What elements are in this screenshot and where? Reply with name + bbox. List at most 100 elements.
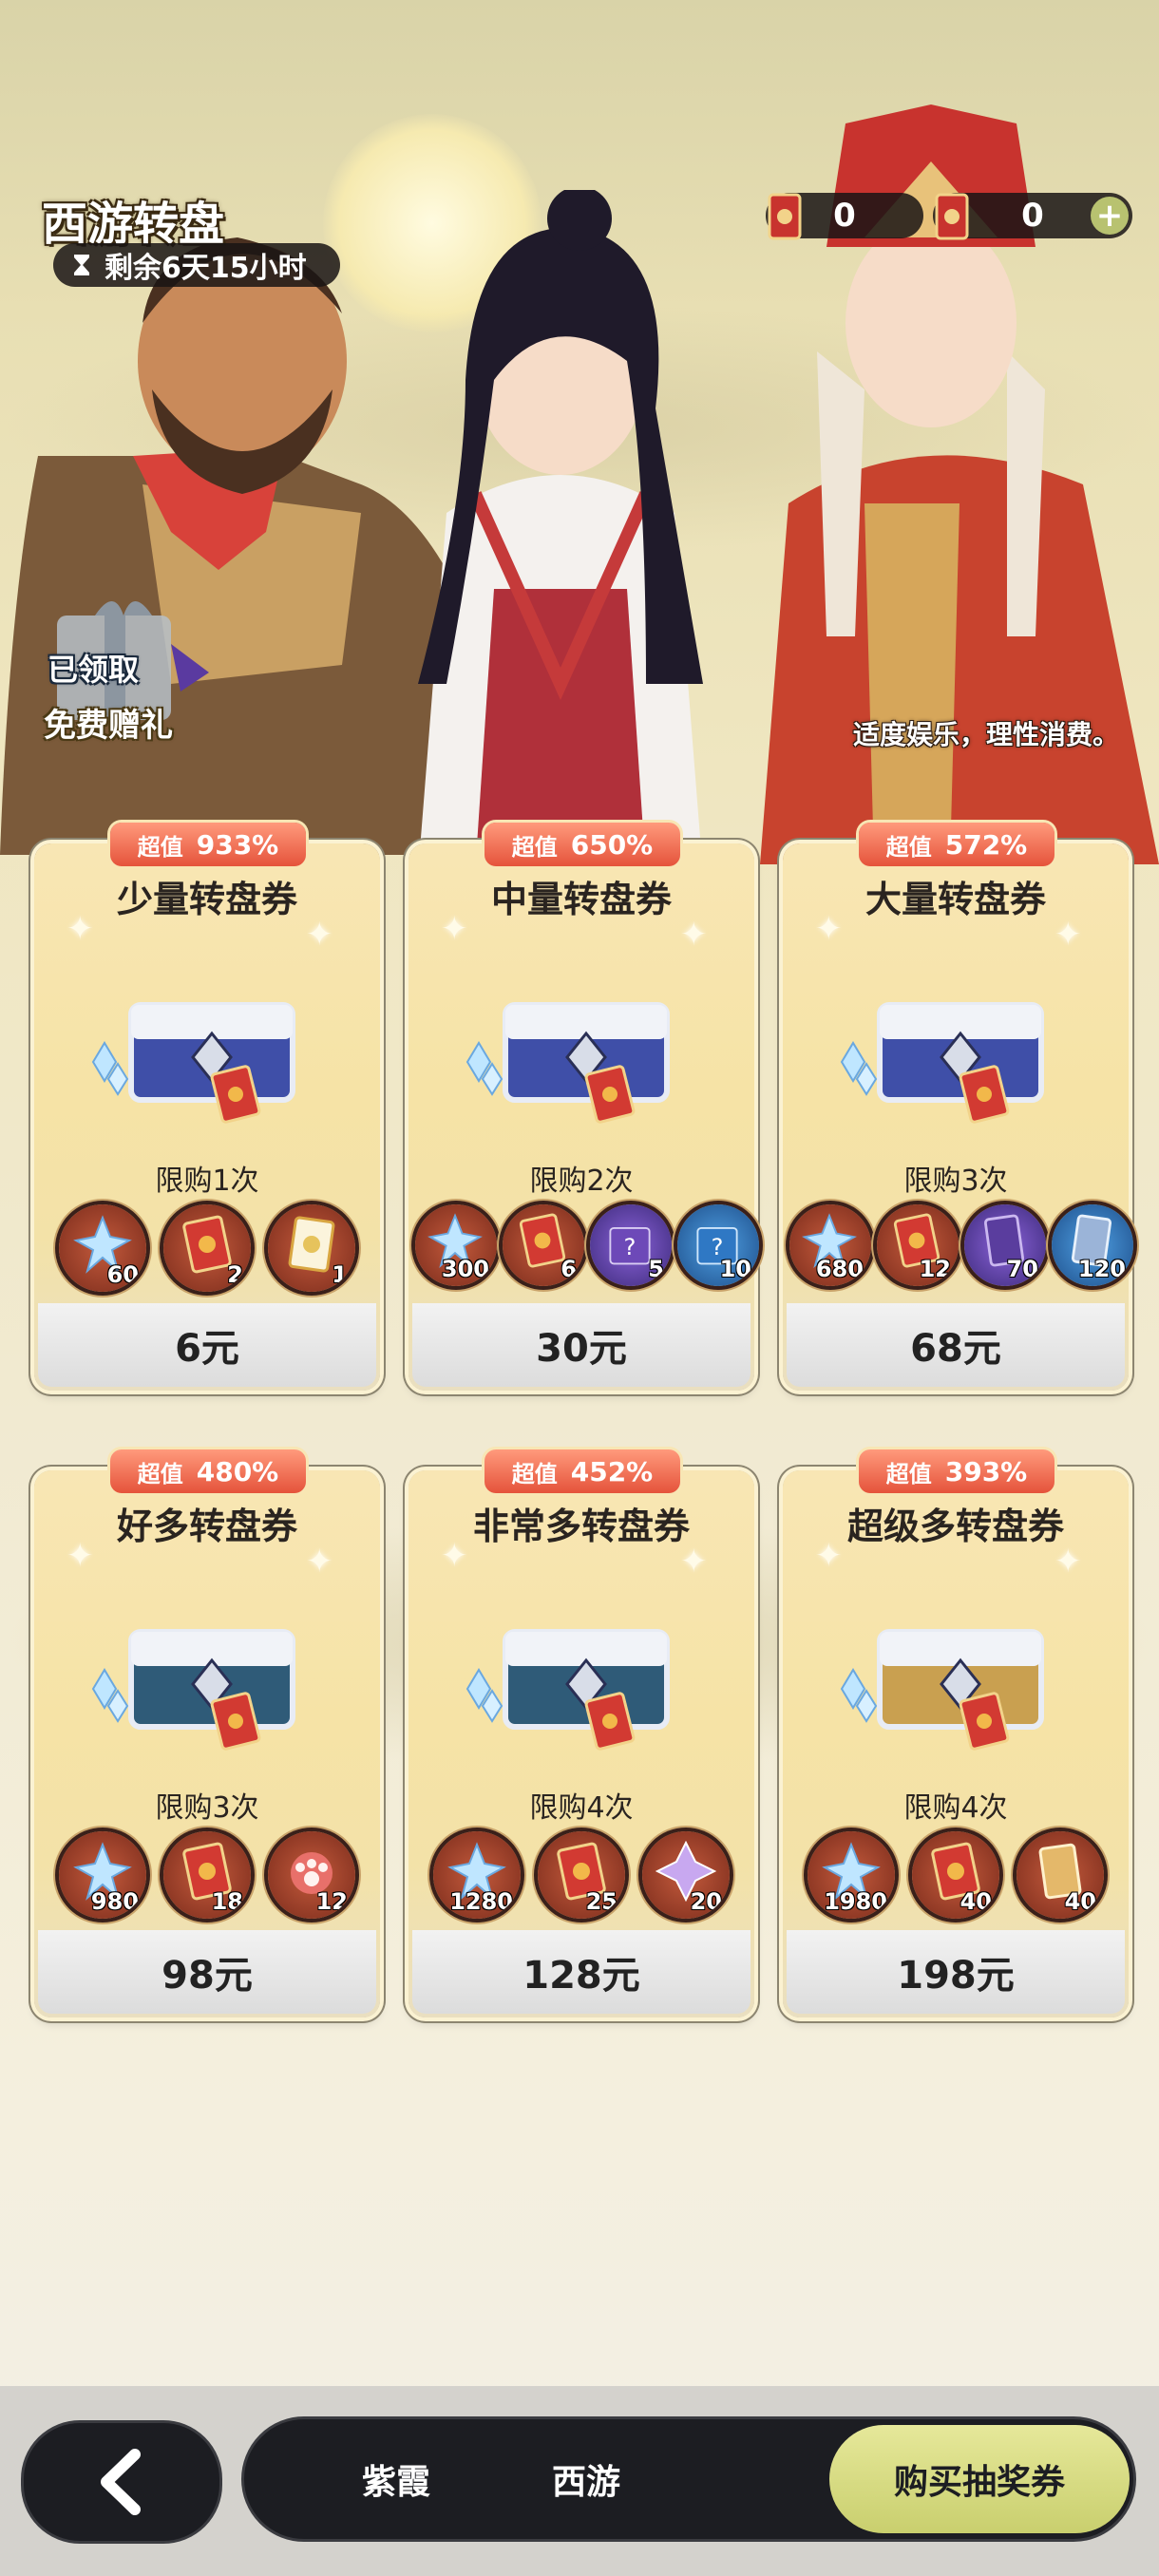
reward-count: 1280 [449,1888,513,1915]
reward-item[interactable]: 12 [877,1204,959,1286]
reward-count: 12 [315,1888,348,1915]
reward-count: 12 [919,1256,951,1282]
value-badge: 超值 452% [484,1449,680,1493]
sparkle-icon: ✦ [1054,916,1082,954]
reward-count: 300 [441,1256,489,1282]
reward-item[interactable]: 20 [642,1831,730,1919]
tab-xiyou[interactable]: 西游 [491,2419,681,2539]
value-badge: 超值 480% [110,1449,306,1493]
ticket-icon [768,193,802,240]
reward-item[interactable]: 1 [268,1204,355,1292]
reward-count: 20 [690,1888,722,1915]
reward-count: 60 [106,1261,139,1288]
reward-item[interactable]: 40 [1016,1831,1104,1919]
back-button[interactable] [21,2420,222,2544]
reward-item[interactable]: 2 [163,1204,251,1292]
event-timer: 剩余6天15小时 [53,243,340,287]
reward-count: 6 [560,1256,577,1282]
sparkle-icon: ✦ [66,910,94,948]
currency-ticket-counter[interactable]: 0 [766,193,923,240]
sparkle-icon: ✦ [66,1537,94,1575]
purchase-limit: 限购4次 [903,1791,1008,1825]
sparkle-icon: ✦ [1054,1543,1082,1581]
reward-count: 2 [227,1261,243,1288]
reward-count: 70 [1006,1256,1038,1282]
reward-count: 120 [1077,1256,1126,1282]
badge-label: 超值 [885,1460,932,1487]
reward-item[interactable]: 1280 [433,1831,521,1919]
reward-list: 60 2 1 [34,1204,380,1292]
sparkle-icon: ✦ [815,910,843,948]
price-button[interactable]: 6元 [38,1303,376,1387]
treasure-chest-icon [91,1629,295,1751]
reward-item[interactable]: ? 5 [590,1204,672,1286]
reward-count: 980 [90,1888,139,1915]
reward-count: 40 [1064,1888,1096,1915]
pack-card[interactable]: 超值 393% 超级多转盘券 ✦ ✦ 限购4次 1980 40 40 198元 [783,1449,1129,2017]
gift-label[interactable]: 免费赠礼 [44,699,173,746]
tab-buy-tickets[interactable]: 购买抽奖券 [829,2425,1130,2533]
value-badge: 超值 572% [859,823,1054,866]
price-button[interactable]: 68元 [787,1303,1125,1387]
reward-count: 1980 [824,1888,887,1915]
reward-item[interactable]: 300 [415,1204,497,1286]
reward-item[interactable]: 25 [538,1831,625,1919]
reward-list: 300 6 ? 5 ? 10 [408,1204,759,1286]
treasure-chest-icon [91,1002,295,1124]
reward-item[interactable]: 120 [1052,1204,1133,1286]
pack-card[interactable]: 超值 480% 好多转盘券 ✦ ✦ 限购3次 980 18 12 98元 [34,1449,380,2017]
reward-list: 980 18 12 [34,1831,380,1919]
sparkle-icon: ✦ [306,916,333,954]
badge-label: 超值 [885,833,932,861]
price-button[interactable]: 30元 [412,1303,750,1387]
svg-text:?: ? [624,1233,636,1260]
reward-item[interactable]: 18 [163,1831,251,1919]
reward-count: 18 [211,1888,243,1915]
reward-list: 1280 25 20 [408,1831,754,1919]
timer-text: 剩余6天15小时 [104,252,307,285]
pack-card[interactable]: 超值 452% 非常多转盘券 ✦ ✦ 限购4次 1280 25 20 128元 [408,1449,754,2017]
reward-item[interactable]: 60 [59,1204,146,1292]
badge-label: 超值 [511,833,558,861]
reward-count: 680 [815,1256,864,1282]
purchase-limit: 限购1次 [155,1165,259,1198]
reward-item[interactable]: ? 10 [677,1204,759,1286]
ticket-icon [935,193,969,240]
tab-zixia[interactable]: 紫霞 [301,2419,491,2539]
reward-item[interactable]: 6 [503,1204,584,1286]
responsible-gaming-notice: 适度娱乐，理性消费。 [853,719,1120,750]
pack-card[interactable]: 超值 650% 中量转盘券 ✦ ✦ 限购2次 300 6 ? 5 ? 10 30… [408,823,759,1391]
reward-item[interactable]: 980 [59,1831,146,1919]
reward-item[interactable]: 1980 [808,1831,895,1919]
reward-item[interactable]: 70 [964,1204,1046,1286]
treasure-chest-icon [840,1629,1044,1751]
reward-count: 1 [332,1261,348,1288]
reward-item[interactable]: 12 [268,1831,355,1919]
add-currency-button[interactable]: + [1091,197,1129,235]
back-arrow-icon [101,2449,141,2515]
pack-card[interactable]: 超值 933% 少量转盘券 ✦ ✦ 限购1次 60 2 1 6元 [34,823,380,1391]
purchase-limit: 限购3次 [903,1165,1008,1198]
reward-item[interactable]: 40 [912,1831,999,1919]
treasure-chest-icon [466,1002,670,1124]
value-badge: 超值 393% [859,1449,1054,1493]
badge-value: 933% [196,828,279,861]
purchase-limit: 限购2次 [529,1165,634,1198]
price-button[interactable]: 98元 [38,1930,376,2014]
badge-label: 超值 [137,1460,183,1487]
sparkle-icon: ✦ [306,1543,333,1581]
reward-item[interactable]: 680 [789,1204,871,1286]
currency-ticket-counter-2[interactable]: 0 + [933,193,1132,240]
tab-bar: 紫霞 西游 购买抽奖券 [241,2416,1136,2542]
treasure-chest-icon [466,1629,670,1751]
reward-count: 10 [719,1256,751,1282]
price-button[interactable]: 128元 [412,1930,750,2014]
hourglass-icon [74,255,89,275]
pack-card[interactable]: 超值 572% 大量转盘券 ✦ ✦ 限购3次 680 12 70 120 68元 [783,823,1133,1391]
zixia-character [418,190,703,874]
reward-list: 680 12 70 120 [783,1204,1133,1286]
sparkle-icon: ✦ [441,1537,468,1575]
price-button[interactable]: 198元 [787,1930,1125,2014]
purchase-limit: 限购4次 [529,1791,634,1825]
reward-count: 5 [648,1256,664,1282]
